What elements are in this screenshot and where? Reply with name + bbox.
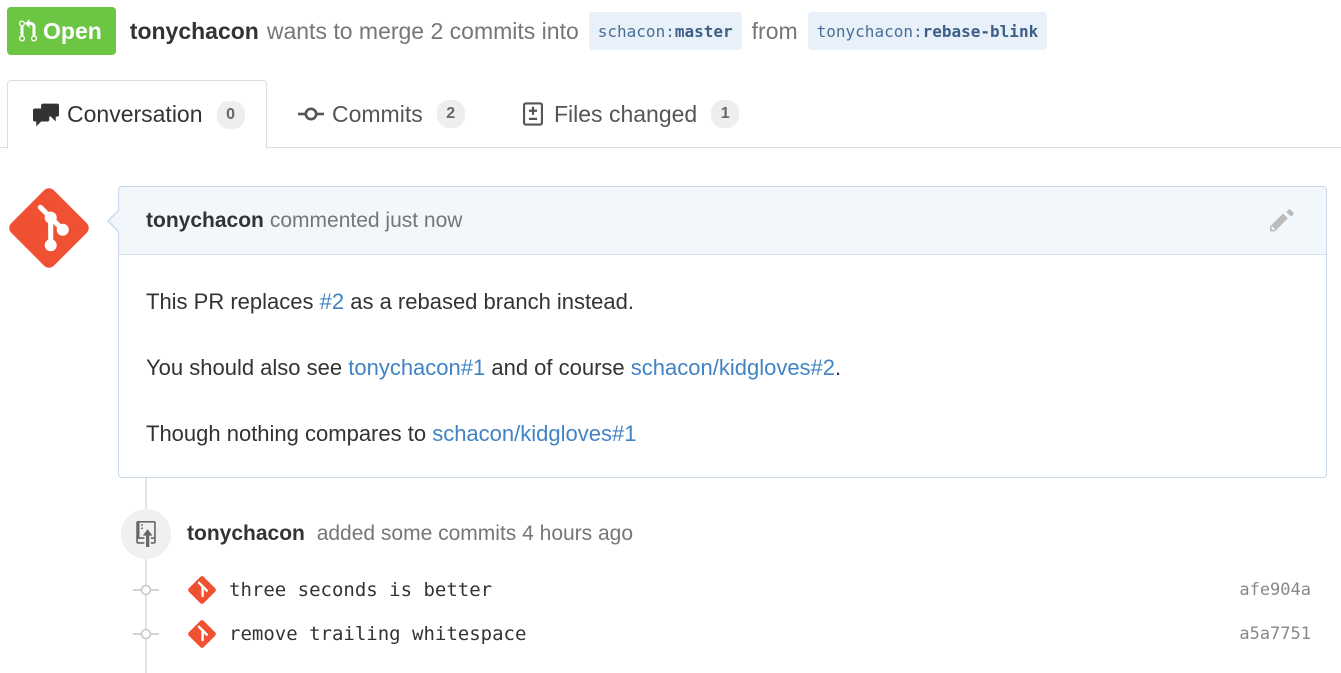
event-author-link[interactable]: tonychacon xyxy=(187,522,305,545)
issue-link[interactable]: schacon/kidgloves#1 xyxy=(432,421,636,446)
tab-files-changed[interactable]: Files changed 1 xyxy=(520,80,740,148)
comment-discussion-icon xyxy=(33,103,59,126)
comment-text: and of course xyxy=(485,355,631,380)
git-logo-avatar xyxy=(188,576,216,604)
tab-conversation[interactable]: Conversation 0 xyxy=(7,80,267,149)
event-description: added some commits 4 hours ago xyxy=(316,522,634,545)
pr-tabs: Conversation 0 Commits 2 Files changed 1 xyxy=(0,80,1341,149)
comment-paragraph: This PR replaces #2 as a rebased branch … xyxy=(146,285,1299,318)
tab-commits[interactable]: Commits 2 xyxy=(298,80,465,148)
comment-paragraph: You should also see tonychacon#1 and of … xyxy=(146,351,1299,384)
git-logo-avatar[interactable] xyxy=(6,185,92,271)
head-branch-owner: tonychacon xyxy=(816,21,913,41)
commit-sha[interactable]: a5a7751 xyxy=(1239,624,1311,644)
tab-files-changed-label: Files changed xyxy=(554,100,698,127)
comment-box: tonychacon commented just now This PR re… xyxy=(107,186,1327,478)
head-branch-name: rebase-blink xyxy=(922,21,1039,41)
base-branch-owner: schacon xyxy=(597,21,666,41)
comment-text: . xyxy=(835,355,842,380)
comment-text: Though nothing compares to xyxy=(146,421,433,446)
pr-author-link[interactable]: tonychacon xyxy=(130,18,259,45)
comment-action-text: commented just now xyxy=(269,208,463,232)
tab-commits-count: 2 xyxy=(436,100,465,128)
repo-push-icon xyxy=(136,521,156,547)
issue-link[interactable]: #2 xyxy=(320,289,344,314)
commit-message[interactable]: three seconds is better xyxy=(229,579,492,601)
pr-header: Open tonychacon wants to merge 2 commits… xyxy=(7,7,1057,55)
comment-text: as a rebased branch instead. xyxy=(344,289,634,314)
pr-state-label: Open xyxy=(43,17,102,44)
commit-row[interactable]: three seconds is better afe904a xyxy=(131,573,1321,607)
pencil-icon[interactable] xyxy=(1270,207,1296,233)
commit-message[interactable]: remove trailing whitespace xyxy=(229,623,526,645)
tab-commits-label: Commits xyxy=(332,100,423,127)
base-branch-name: master xyxy=(674,21,733,41)
tab-files-changed-count: 1 xyxy=(711,100,740,128)
base-branch-label[interactable]: schacon: master xyxy=(588,12,742,50)
tab-conversation-label: Conversation xyxy=(67,101,203,127)
pr-meta: tonychacon wants to merge 2 commits into… xyxy=(130,12,1057,50)
head-branch-label[interactable]: tonychacon: rebase-blink xyxy=(807,12,1048,50)
git-pull-request-icon xyxy=(19,19,37,42)
comment-author-link[interactable]: tonychacon xyxy=(146,209,264,233)
git-commit-icon xyxy=(133,584,159,596)
comment-body: This PR replaces #2 as a rebased branch … xyxy=(119,255,1326,450)
issue-link[interactable]: tonychacon#1 xyxy=(348,355,485,380)
commit-sha[interactable]: afe904a xyxy=(1239,580,1311,600)
event-icon-wrapper xyxy=(121,509,171,559)
git-commit-icon xyxy=(133,628,159,640)
pr-from-text: from xyxy=(751,17,798,44)
tab-conversation-count: 0 xyxy=(216,100,245,129)
pr-state-badge: Open xyxy=(7,7,116,55)
comment-header: tonychacon commented just now xyxy=(119,187,1326,255)
diff-icon xyxy=(523,102,543,126)
git-logo-avatar xyxy=(188,620,216,648)
timeline-event: tonychacon added some commits 4 hours ag… xyxy=(121,508,633,560)
commit-row[interactable]: remove trailing whitespace a5a7751 xyxy=(131,617,1321,651)
event-text: tonychacon added some commits 4 hours ag… xyxy=(187,522,633,546)
git-commit-icon xyxy=(298,107,324,121)
comment-paragraph: Though nothing compares to schacon/kidgl… xyxy=(146,417,1299,450)
comment-text: This PR replaces xyxy=(146,289,320,314)
pr-merge-text: wants to merge 2 commits into xyxy=(266,17,579,44)
issue-link[interactable]: schacon/kidgloves#2 xyxy=(631,355,835,380)
comment-text: You should also see xyxy=(146,355,349,380)
